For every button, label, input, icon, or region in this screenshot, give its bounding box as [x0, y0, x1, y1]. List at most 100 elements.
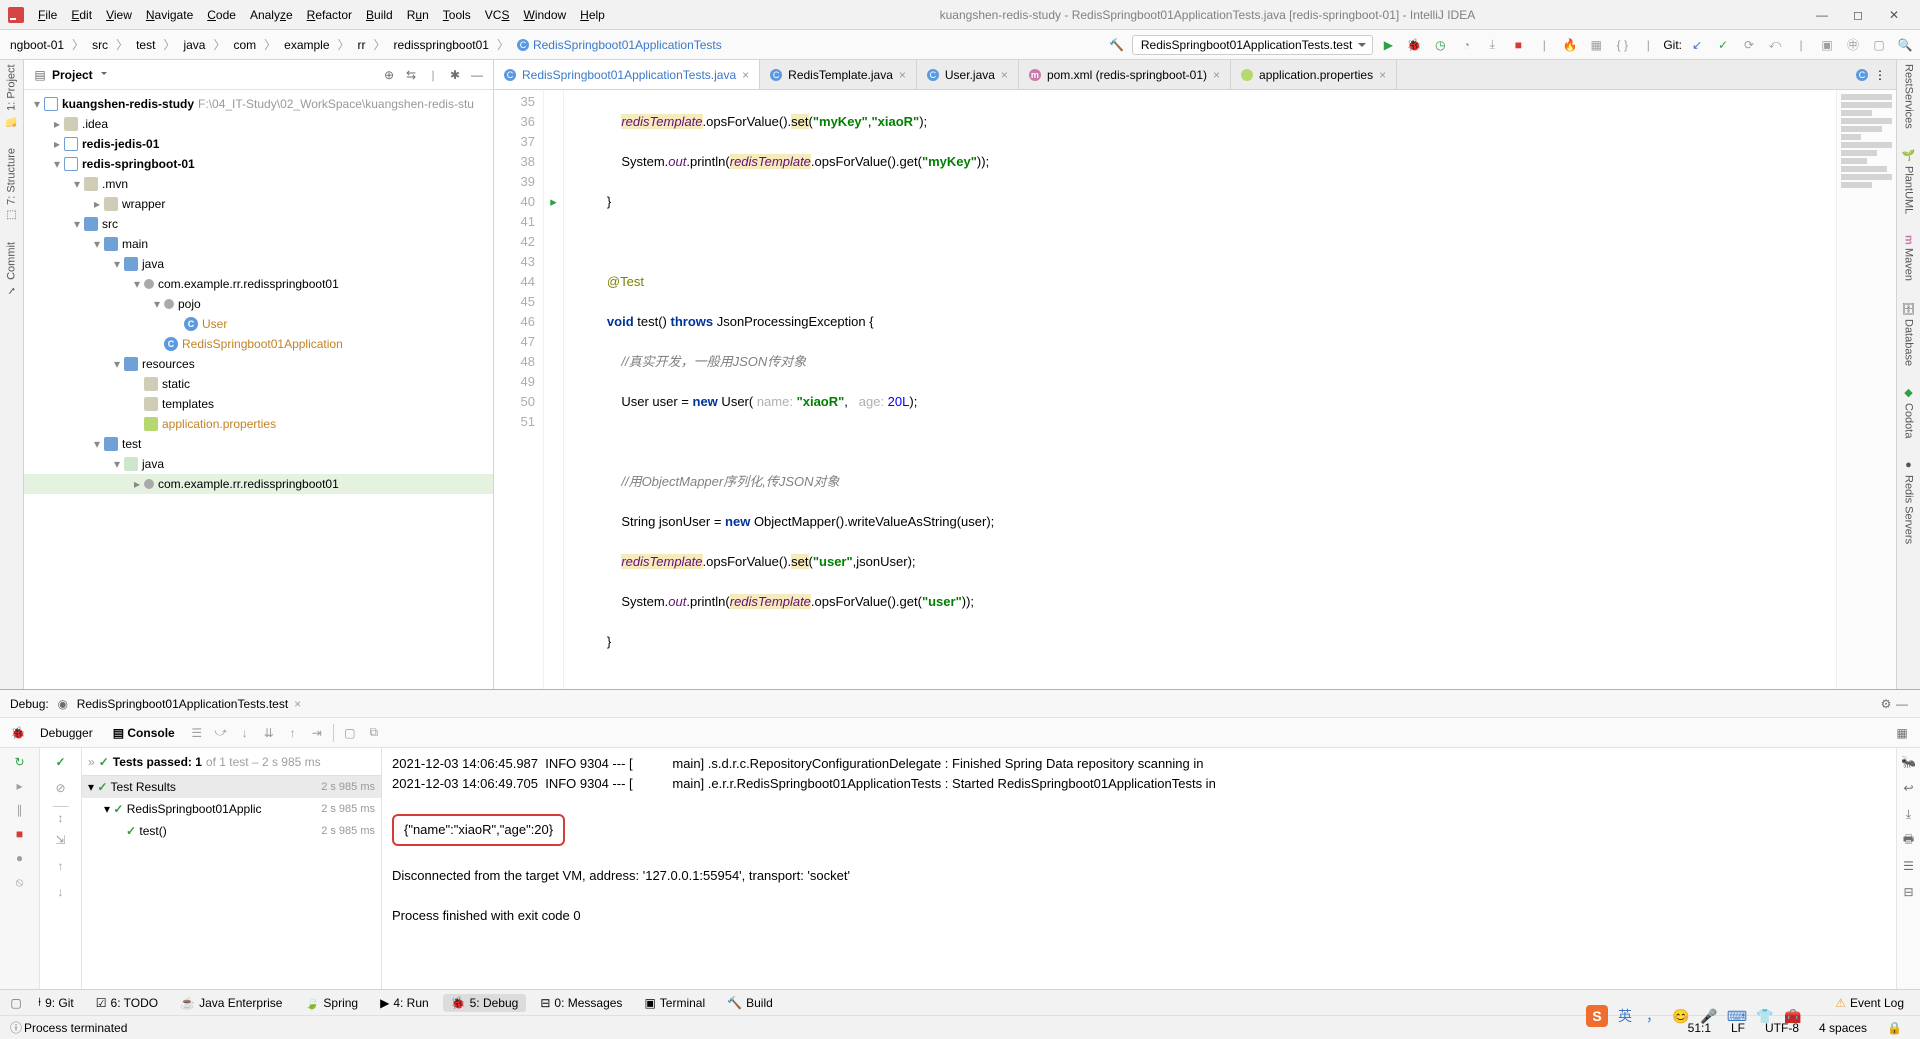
scroll-down-icon[interactable]: ↓	[53, 884, 69, 900]
menu-edit[interactable]: Edit	[65, 6, 98, 24]
bottom-spring[interactable]: 🍃 Spring	[296, 994, 366, 1012]
indent[interactable]: 4 spaces	[1809, 1021, 1877, 1035]
window-minimize[interactable]: —	[1804, 1, 1840, 29]
gear-icon[interactable]: ⚙	[1878, 696, 1894, 712]
menu-build[interactable]: Build	[360, 6, 399, 24]
window-close[interactable]: ✕	[1876, 1, 1912, 29]
menu-file[interactable]: File	[32, 6, 63, 24]
collapse-all-icon[interactable]: ↑	[53, 858, 69, 874]
tab-structure[interactable]: ⬚ 7: Structure	[5, 148, 18, 222]
braces-icon[interactable]: { }	[1611, 34, 1633, 56]
tab-console[interactable]: ▤ Console	[107, 724, 181, 742]
console-output[interactable]: 2021-12-03 14:06:45.987 INFO 9304 --- [ …	[382, 748, 1896, 989]
tab-project[interactable]: 📁 1: Project	[5, 64, 18, 128]
bc-3[interactable]: java	[177, 36, 211, 54]
search-icon[interactable]: 🔍	[1894, 34, 1916, 56]
tab-database[interactable]: 🗄 Database	[1902, 301, 1915, 366]
tab-redistemplate[interactable]: CRedisTemplate.java×	[760, 60, 917, 89]
close-icon[interactable]: ×	[899, 68, 906, 82]
force-step-icon[interactable]: ⇊	[261, 725, 277, 741]
window-maximize[interactable]: ◻	[1840, 1, 1876, 29]
close-icon[interactable]: ×	[1379, 68, 1386, 82]
attach-icon[interactable]: ⤓	[1481, 34, 1503, 56]
bc-0[interactable]: ngboot-01	[4, 36, 70, 54]
filter-passed-icon[interactable]: ✓	[53, 754, 69, 770]
tab-commit[interactable]: ✓ Commit	[5, 242, 18, 297]
close-config-icon[interactable]: ×	[294, 697, 301, 711]
minimap[interactable]	[1836, 90, 1896, 689]
trace-icon[interactable]: ⧉	[366, 725, 382, 741]
hide-panel-icon[interactable]: —	[1894, 696, 1910, 712]
test-method-node[interactable]: ✓ test()2 s 985 ms	[82, 820, 381, 842]
git-history-icon[interactable]: ⟳	[1738, 34, 1760, 56]
threads-icon[interactable]: ☰	[189, 725, 205, 741]
close-icon[interactable]: ×	[1001, 68, 1008, 82]
bottom-run[interactable]: ▶ 4: Run	[372, 994, 437, 1012]
print-icon[interactable]: 🖶	[1901, 832, 1917, 848]
close-icon[interactable]: ×	[1213, 68, 1220, 82]
filter-failed-icon[interactable]: ⊘	[53, 780, 69, 796]
locate-icon[interactable]: ⊕	[381, 67, 397, 83]
tab-overflow[interactable]: C ⋮	[1846, 60, 1896, 89]
run-to-cursor-icon[interactable]: ⇥	[309, 725, 325, 741]
close-icon[interactable]: ×	[742, 68, 749, 82]
ime-toolbox-icon[interactable]: 🧰	[1782, 1005, 1804, 1027]
ime-lang-icon[interactable]: 英	[1614, 1005, 1636, 1027]
bottom-terminal[interactable]: ▣ Terminal	[636, 994, 713, 1012]
bc-4[interactable]: com	[227, 36, 262, 54]
menu-navigate[interactable]: Navigate	[140, 6, 199, 24]
menu-code[interactable]: Code	[201, 6, 242, 24]
rerun-debug-icon[interactable]: ↻	[12, 754, 28, 770]
bottom-todo[interactable]: ☑ 6: TODO	[88, 994, 166, 1012]
tab-maven[interactable]: m Maven	[1903, 235, 1915, 282]
bottom-build[interactable]: 🔨 Build	[719, 994, 781, 1012]
step-over-icon[interactable]: ⤻	[213, 725, 229, 741]
coverage-icon[interactable]: ◷	[1429, 34, 1451, 56]
bc-5[interactable]: example	[278, 36, 335, 54]
status-info-icon[interactable]: ⓘ	[8, 1020, 24, 1036]
rerun-icon[interactable]: 🐞	[10, 725, 26, 741]
profile-icon[interactable]: ◔	[1455, 34, 1477, 56]
tab-props[interactable]: application.properties×	[1231, 60, 1397, 89]
bc-8[interactable]: CRedisSpringboot01ApplicationTests	[511, 36, 728, 54]
ime-keyboard-icon[interactable]: ⌨	[1726, 1005, 1748, 1027]
translate-icon[interactable]: ㊥	[1842, 34, 1864, 56]
sidebar-title[interactable]: Project	[52, 68, 93, 82]
tab-debugger[interactable]: Debugger	[34, 724, 99, 742]
tab-user[interactable]: CUser.java×	[917, 60, 1019, 89]
step-into-icon[interactable]: ↓	[237, 725, 253, 741]
expand-icon[interactable]: ⇆	[403, 67, 419, 83]
stop-icon[interactable]: ■	[1507, 34, 1529, 56]
stop-debug-icon[interactable]: ■	[12, 826, 28, 842]
code-area[interactable]: 3536373839404142434445464748495051 ▸ red…	[494, 90, 1896, 689]
menu-refactor[interactable]: Refactor	[301, 6, 358, 24]
collapse-icon[interactable]: ✱	[447, 67, 463, 83]
bottom-debug[interactable]: 🐞 5: Debug	[443, 994, 527, 1012]
tab-redis[interactable]: ● Redis Servers	[1903, 459, 1915, 544]
ime-skin-icon[interactable]: 👕	[1754, 1005, 1776, 1027]
ime-punct-icon[interactable]: ，	[1642, 1005, 1664, 1027]
sort-icon[interactable]: ↕︎	[53, 806, 69, 822]
menu-vcs[interactable]: VCS	[479, 6, 516, 24]
tab-restservices[interactable]: RestServices	[1903, 64, 1915, 129]
git-revert-icon[interactable]: ⤺	[1764, 34, 1786, 56]
bc-7[interactable]: redisspringboot01	[388, 36, 495, 54]
bc-6[interactable]: rr	[352, 36, 372, 54]
bc-1[interactable]: src	[86, 36, 114, 54]
bottom-messages[interactable]: ⊟ 0: Messages	[532, 994, 630, 1012]
run-icon[interactable]: ▶	[1377, 34, 1399, 56]
git-commit-icon[interactable]: ✓	[1712, 34, 1734, 56]
tab-pom[interactable]: mpom.xml (redis-springboot-01)×	[1019, 60, 1231, 89]
debug-icon[interactable]: 🐞	[1403, 34, 1425, 56]
tab-tests[interactable]: CRedisSpringboot01ApplicationTests.java×	[494, 60, 760, 89]
bottom-javaee[interactable]: ☕ Java Enterprise	[172, 994, 290, 1012]
expand-all-icon[interactable]: ⇲	[53, 832, 69, 848]
menu-window[interactable]: Window	[517, 6, 572, 24]
menu-analyze[interactable]: Analyze	[244, 6, 299, 24]
evaluate-icon[interactable]: ▢	[342, 725, 358, 741]
memory-indicator[interactable]: 🔒	[1877, 1021, 1912, 1035]
mute-bp-icon[interactable]: ⦸	[12, 874, 28, 890]
capture-icon[interactable]: ▢	[1868, 34, 1890, 56]
hide-icon[interactable]: —	[469, 67, 485, 83]
ime-mic-icon[interactable]: 🎤	[1698, 1005, 1720, 1027]
